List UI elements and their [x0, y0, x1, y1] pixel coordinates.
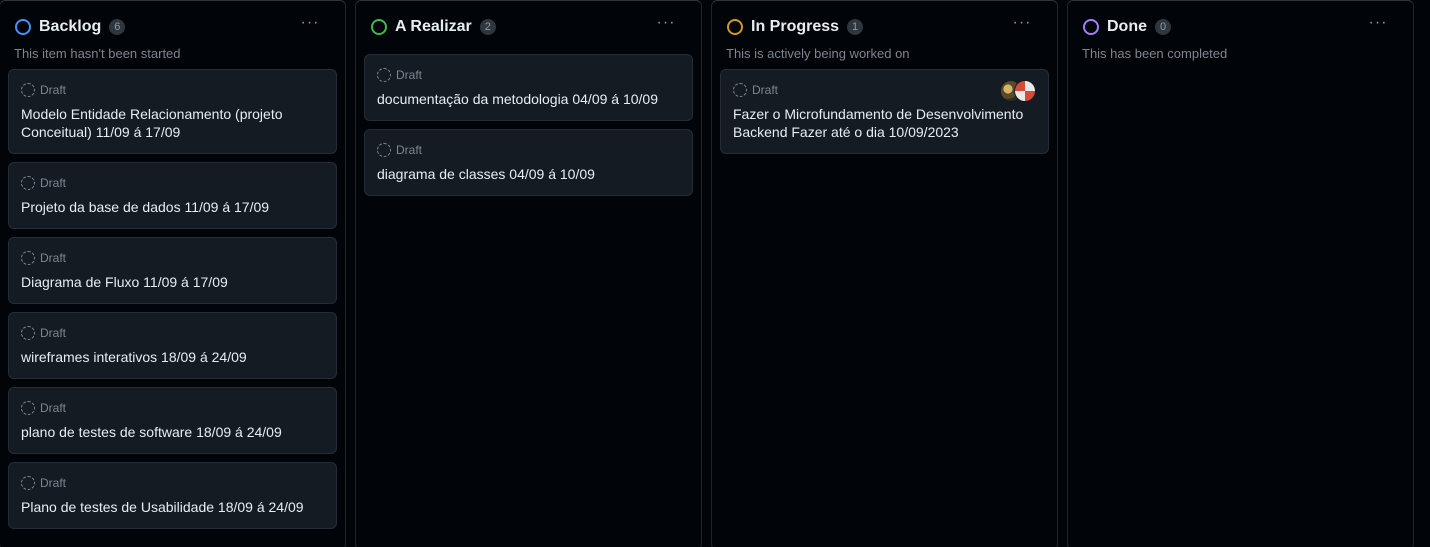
assignee-avatars[interactable] — [1000, 80, 1036, 102]
draft-issue-icon — [21, 326, 35, 340]
draft-issue-icon — [377, 68, 391, 82]
item-count-badge: 0 — [1155, 19, 1171, 35]
draft-issue-icon — [21, 176, 35, 190]
status-circle-icon — [1083, 19, 1099, 35]
card-meta: Draft — [21, 249, 324, 267]
card-status: Draft — [40, 401, 67, 415]
card-title[interactable]: Projeto da base de dados 11/09 á 17/09 — [21, 198, 324, 216]
avatar[interactable] — [1014, 80, 1036, 102]
card[interactable]: Draft Plano de testes de Usabilidade 18/… — [8, 462, 337, 529]
column-title: A Realizar — [395, 18, 472, 35]
item-count-badge: 2 — [479, 19, 496, 35]
card[interactable]: Draft documentação da metodologia 04/09 … — [364, 54, 693, 121]
column-header: In Progress 1 — [712, 13, 1057, 41]
card[interactable]: Draft Fazer o Microfundamento de Desenvo… — [720, 69, 1049, 154]
card-meta: Draft — [21, 324, 324, 342]
draft-issue-icon — [21, 401, 35, 415]
card-title[interactable]: plano de testes de software 18/09 á 24/0… — [21, 423, 324, 441]
card-title[interactable]: Modelo Entidade Relacionamento (projeto … — [21, 105, 324, 141]
status-circle-icon — [727, 19, 743, 35]
card-list: Draft Fazer o Microfundamento de Desenvo… — [712, 64, 1057, 154]
card-status: Draft — [396, 68, 423, 82]
column-backlog: Backlog 6 ··· This item hasn't been star… — [0, 0, 346, 547]
project-board: Backlog 6 ··· This item hasn't been star… — [0, 0, 1430, 547]
column-title: Done — [1107, 18, 1147, 35]
column-title: Backlog — [39, 18, 102, 35]
card[interactable]: Draft Modelo Entidade Relacionamento (pr… — [8, 69, 337, 154]
column-a-realizar: A Realizar 2 ··· Draft documentação da m… — [355, 0, 702, 547]
item-count-badge: 6 — [109, 19, 126, 35]
card-meta: Draft — [377, 66, 680, 84]
column-header: Backlog 6 — [0, 13, 345, 41]
card[interactable]: Draft Diagrama de Fluxo 11/09 á 17/09 — [8, 237, 337, 304]
card-list: Draft documentação da metodologia 04/09 … — [356, 41, 701, 196]
column-description: This is actively being worked on — [726, 46, 910, 61]
card-status: Draft — [40, 476, 67, 490]
card-status: Draft — [752, 83, 779, 97]
column-description: This item hasn't been started — [14, 46, 181, 61]
card[interactable]: Draft diagrama de classes 04/09 á 10/09 — [364, 129, 693, 196]
column-header: A Realizar 2 — [356, 13, 701, 41]
column-header: Done 0 — [1068, 13, 1413, 41]
card-meta: Draft — [21, 399, 324, 417]
draft-issue-icon — [377, 143, 391, 157]
card-meta: Draft — [377, 141, 680, 159]
card-status: Draft — [40, 176, 67, 190]
status-circle-icon — [15, 19, 31, 35]
card-title[interactable]: Fazer o Microfundamento de Desenvolvimen… — [733, 105, 1036, 141]
draft-issue-icon — [21, 83, 35, 97]
card-title[interactable]: wireframes interativos 18/09 á 24/09 — [21, 348, 324, 366]
card-list — [1068, 64, 1413, 69]
column-in-progress: In Progress 1 ··· This is actively being… — [711, 0, 1058, 547]
draft-issue-icon — [21, 476, 35, 490]
card-title[interactable]: diagrama de classes 04/09 á 10/09 — [377, 165, 680, 183]
column-title: In Progress — [751, 18, 840, 35]
card[interactable]: Draft plano de testes de software 18/09 … — [8, 387, 337, 454]
column-description: This has been completed — [1082, 46, 1228, 61]
card[interactable]: Draft wireframes interativos 18/09 á 24/… — [8, 312, 337, 379]
card-title[interactable]: Plano de testes de Usabilidade 18/09 á 2… — [21, 498, 324, 516]
column-more-options-button[interactable]: ··· — [651, 11, 681, 35]
card-status: Draft — [40, 251, 67, 265]
column-more-options-button[interactable]: ··· — [1007, 11, 1037, 35]
card-meta: Draft — [733, 81, 1036, 99]
column-more-options-button[interactable]: ··· — [1363, 11, 1393, 35]
card-status: Draft — [40, 83, 67, 97]
item-count-badge: 1 — [847, 19, 864, 35]
card-title[interactable]: documentação da metodologia 04/09 á 10/0… — [377, 90, 680, 108]
card-meta: Draft — [21, 174, 324, 192]
draft-issue-icon — [21, 251, 35, 265]
column-more-options-button[interactable]: ··· — [295, 11, 325, 35]
card-meta: Draft — [21, 474, 324, 492]
column-done: Done 0 ··· This has been completed — [1067, 0, 1414, 547]
card-meta: Draft — [21, 81, 324, 99]
card-status: Draft — [40, 326, 67, 340]
card[interactable]: Draft Projeto da base de dados 11/09 á 1… — [8, 162, 337, 229]
status-circle-icon — [371, 19, 387, 35]
card-status: Draft — [396, 143, 423, 157]
card-title[interactable]: Diagrama de Fluxo 11/09 á 17/09 — [21, 273, 324, 291]
draft-issue-icon — [733, 83, 747, 97]
card-list: Draft Modelo Entidade Relacionamento (pr… — [0, 64, 345, 529]
